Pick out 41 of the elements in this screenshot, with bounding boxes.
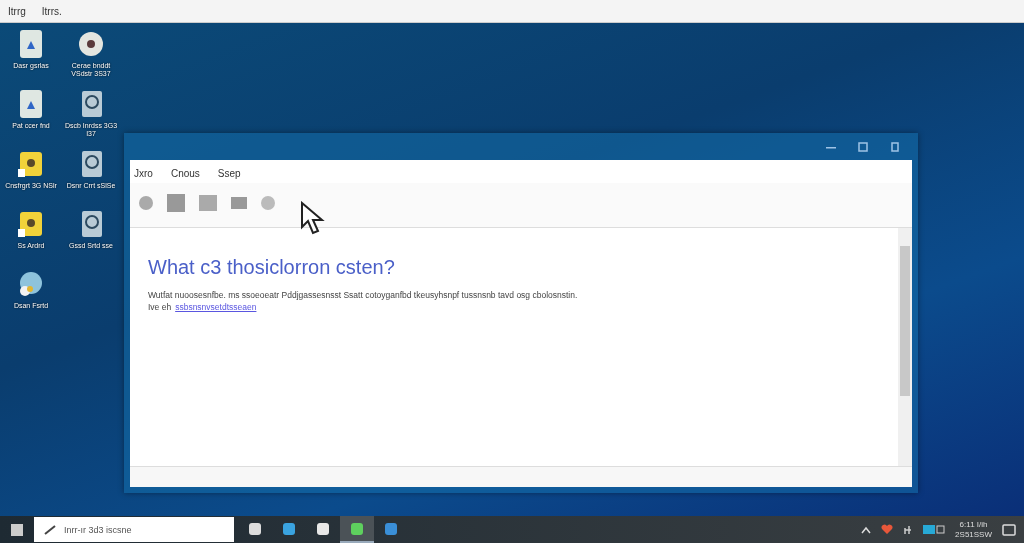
search-field[interactable]: Inrr-ır 3d3 iscsne: [62, 523, 216, 536]
toolbar-button[interactable]: [198, 194, 218, 212]
search-box[interactable]: Inrr-ır 3d3 iscsne: [34, 517, 234, 542]
menu-item[interactable]: Cnous: [170, 168, 200, 179]
app-icon: [383, 520, 399, 537]
menu-item[interactable]: Ssep: [217, 168, 241, 179]
folder-icon: [17, 149, 45, 179]
scroll-thumb[interactable]: [900, 246, 910, 396]
circle-icon: [260, 195, 276, 211]
heart-icon[interactable]: [881, 524, 894, 535]
app-icon: [281, 520, 297, 537]
circle-icon: [138, 195, 154, 211]
square-icon: [166, 193, 186, 213]
folder-icon: [17, 209, 45, 239]
document-icon: [18, 89, 44, 119]
chevron-up-icon[interactable]: [861, 525, 872, 534]
disc-icon: [77, 29, 105, 59]
document-icon: [18, 29, 44, 59]
pen-icon: [44, 524, 56, 535]
text-link[interactable]: ssbsnsnvsetdtsseaen: [175, 301, 257, 312]
menu-item[interactable]: Jxro: [134, 168, 153, 179]
app-icon: [349, 520, 365, 537]
close-icon[interactable]: [890, 141, 900, 152]
body-paragraph: Wutfat nuoosesnfbe. ms ssoeoeatr Pddjgassesnsst Ssatt cotoyganfbd tkeusyhsnpf tussnsnb tavd osg cbolosnstin.: [148, 289, 579, 302]
toolbar-button[interactable]: [138, 195, 154, 211]
app-icon: [247, 520, 263, 537]
clock[interactable]: 6:11 I/ih 2S51SSW: [955, 519, 992, 540]
square-icon: [198, 194, 218, 212]
maximize-icon[interactable]: [858, 141, 868, 152]
menu-item[interactable]: Itrrg: [8, 5, 26, 17]
windows-icon: [11, 523, 23, 536]
toolbar-button[interactable]: [230, 196, 248, 210]
notification-icon[interactable]: [1002, 523, 1016, 536]
network-icon[interactable]: [903, 524, 914, 535]
page-heading: What c3 thosiclorron csten?: [148, 256, 396, 279]
scrollbar[interactable]: [898, 228, 912, 466]
menu-item[interactable]: Itrrs.: [41, 5, 62, 17]
app-icon: [315, 520, 331, 537]
square-icon: [230, 196, 248, 210]
link-prefix: Ive eh: [148, 301, 172, 312]
toolbar-button[interactable]: [166, 193, 186, 213]
